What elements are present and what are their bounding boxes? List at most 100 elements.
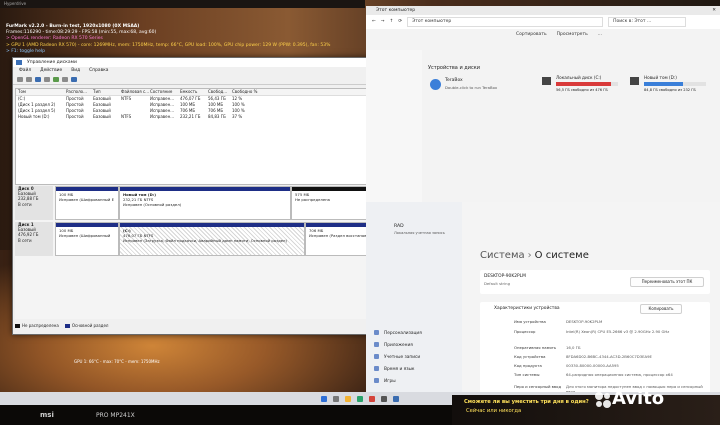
table-row[interactable]: Новый том (D:) Простой Базовый NTFS Исправен… xyxy=(16,114,400,120)
col-type[interactable]: Тип xyxy=(93,89,121,95)
search-icon[interactable] xyxy=(333,395,339,402)
rename-pc-button[interactable]: Переименовать этот ПК xyxy=(630,277,704,287)
col-filesystem[interactable]: Файловая с... xyxy=(121,89,150,95)
gpu-temp-overlay: GPU 1: 66°C - max: 70°C - mem: 1750MHz xyxy=(74,359,160,364)
navigation-pane[interactable] xyxy=(366,50,422,202)
col-free[interactable]: Свобод... xyxy=(208,89,232,95)
partition-header xyxy=(120,187,290,191)
address-bar[interactable]: Этот компьютер xyxy=(407,17,604,27)
disk-management-window[interactable]: Управление дисками ✕ Файл Действие Вид С… xyxy=(12,57,402,335)
col-layout[interactable]: Располо... xyxy=(66,89,93,95)
drive-c[interactable]: Локальный диск (C:) 56,5 ГБ свободно из … xyxy=(542,75,620,97)
folder-icon[interactable] xyxy=(345,395,351,402)
volume-list[interactable]: Том Располо... Тип Файловая с... Состоян… xyxy=(15,88,401,185)
title-bar[interactable]: Управление дисками ✕ xyxy=(13,58,401,67)
disk-1[interactable]: Диск 1 Базовый 476,92 ГБ В сети 100 МБ И… xyxy=(15,222,399,256)
menu-help[interactable]: Справка xyxy=(89,67,108,75)
cell: NTFS xyxy=(121,114,132,119)
explorer-window[interactable]: Этот компьютер ✕ ← → ↑ ⟳ Этот компьютер … xyxy=(366,6,720,202)
disk-list-icon[interactable] xyxy=(71,77,77,82)
nav-personalization[interactable]: Персонализация xyxy=(374,330,422,338)
back-icon[interactable]: ← xyxy=(372,15,376,29)
more-button[interactable]: ... xyxy=(598,29,602,41)
forward-icon[interactable]: → xyxy=(381,15,385,29)
disk-graphical-view[interactable]: Диск 0 Базовый 232,88 ГБ В сети 100 МБ И… xyxy=(15,186,399,319)
monitor-screen: Hyperdrive FurMark v2.2.0 - Burn-in test… xyxy=(0,0,720,410)
settings-window[interactable]: RAD Локальная учетная запись Персонализа… xyxy=(366,202,720,400)
cell: 37 % xyxy=(232,114,243,119)
settings-icon[interactable] xyxy=(381,395,387,402)
disk-0[interactable]: Диск 0 Базовый 232,88 ГБ В сети 100 МБ И… xyxy=(15,186,399,220)
partition[interactable]: 100 МБ Исправен (Шифрованный xyxy=(55,222,119,256)
drive-d[interactable]: Новый том (D:) 84,8 ГБ свободно из 232 Г… xyxy=(630,75,708,97)
menu-view[interactable]: Вид xyxy=(71,67,80,75)
breadcrumb-separator: › xyxy=(527,250,532,261)
forward-icon[interactable] xyxy=(26,77,32,82)
nav-apps[interactable]: Приложения xyxy=(374,342,413,350)
account-name: RAD xyxy=(394,224,404,229)
drive-usage-fill xyxy=(644,82,684,86)
disk-info[interactable]: Диск 0 Базовый 232,88 ГБ В сети xyxy=(15,186,53,220)
console-icon[interactable] xyxy=(35,77,41,82)
partition-status: Исправен (Загрузка, Файл подкачки, Авари… xyxy=(123,238,287,243)
drive-free: 84,8 ГБ свободно из 232 ГБ xyxy=(644,88,696,92)
spec-row: Оперативная память 16,0 ГБ xyxy=(514,345,581,350)
col-volume[interactable]: Том xyxy=(16,89,66,95)
settings-nav: RAD Локальная учетная запись Персонализа… xyxy=(366,202,462,400)
cell: Базовый xyxy=(93,114,111,119)
page-title: О системе xyxy=(534,250,589,261)
partition[interactable]: 100 МБ Исправен (Шифрованный E xyxy=(55,186,119,220)
disk-management-icon xyxy=(16,60,22,65)
disk-status: В сети xyxy=(18,201,32,207)
device-model: Default string xyxy=(484,281,510,286)
partition-status: Исправен (Шифрованный E xyxy=(59,197,114,202)
back-icon[interactable] xyxy=(17,77,23,82)
about-page: Система › О системе DESKTOP-90K2PLM Defaul… xyxy=(474,202,714,400)
refresh-icon[interactable]: ⟳ xyxy=(398,15,402,29)
menu-action[interactable]: Действие xyxy=(40,67,62,75)
nav-time-language[interactable]: Время и язык xyxy=(374,366,415,374)
partition-d[interactable]: Новый том (D:) 232,21 ГБ NTFS Исправен (… xyxy=(119,186,291,220)
tab-title[interactable]: Этот компьютер xyxy=(376,8,415,13)
close-icon[interactable]: ✕ xyxy=(712,6,716,15)
edge-icon[interactable] xyxy=(357,395,363,402)
nav-gaming[interactable]: Игры xyxy=(374,378,396,386)
disk-status: В сети xyxy=(18,237,32,243)
disk-info[interactable]: Диск 1 Базовый 476,92 ГБ В сети xyxy=(15,222,53,256)
help-icon[interactable] xyxy=(44,77,50,82)
partition-status: Исправен (Шифрованный xyxy=(59,233,111,238)
device-card: DESKTOP-90K2PLM Default string Переимено… xyxy=(480,270,710,294)
cloud-icon xyxy=(430,79,441,90)
drive-name: Локальный диск (C:) xyxy=(556,75,602,80)
col-status[interactable]: Состояние xyxy=(150,89,180,95)
copy-button[interactable]: Копировать xyxy=(640,304,682,314)
sort-button[interactable]: Сортировать xyxy=(516,29,547,41)
col-free-percent[interactable]: Свободно % xyxy=(232,89,262,95)
view-button[interactable]: Просмотреть xyxy=(557,29,588,41)
cell: 232,21 ГБ xyxy=(180,114,201,119)
nav-accounts[interactable]: Учетные записи xyxy=(374,354,420,362)
menu-file[interactable]: Файл xyxy=(19,67,31,75)
start-icon[interactable] xyxy=(321,395,327,402)
promo-banner: Сможете ли вы уместить три дня в один? С… xyxy=(452,395,720,425)
disk-icon[interactable] xyxy=(393,395,399,402)
app-icon[interactable] xyxy=(369,395,375,402)
menu-bar: Файл Действие Вид Справка xyxy=(13,67,401,75)
up-icon[interactable]: ↑ xyxy=(390,15,394,29)
breadcrumb-system[interactable]: Система xyxy=(480,250,525,261)
account-type: Локальная учетная запись xyxy=(394,231,445,235)
search-input[interactable]: Поиск в: Этот ... xyxy=(608,17,687,27)
terabox-item[interactable]: TeraBox Double-click to run TeraBox xyxy=(430,77,510,93)
specs-header[interactable]: Характеристики устройства xyxy=(494,306,560,311)
explorer-tab[interactable]: Этот компьютер ✕ xyxy=(366,6,720,15)
properties-icon[interactable] xyxy=(53,77,59,82)
section-title[interactable]: Устройства и диски xyxy=(428,65,480,71)
col-capacity[interactable]: Емкость xyxy=(180,89,208,95)
monitor-model: PRO MP241X xyxy=(96,412,135,419)
hud-line: > GPU 1 (AMD Radeon RX 570) - core: 1269… xyxy=(6,42,331,48)
refresh-icon[interactable] xyxy=(62,77,68,82)
avito-watermark: Avito xyxy=(612,388,665,409)
drive-usage-bar xyxy=(556,82,618,86)
partition-c-selected[interactable]: (C:) 476,07 ГБ NTFS Исправен (Загрузка, … xyxy=(119,222,305,256)
cell: Исправен... xyxy=(150,114,175,119)
